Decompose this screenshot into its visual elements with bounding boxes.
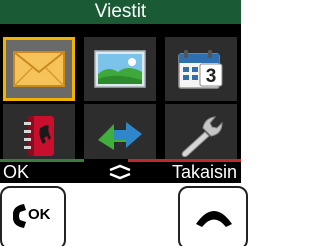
menu-item-calendar[interactable]: 3	[165, 37, 237, 101]
menu-item-gallery[interactable]	[84, 37, 156, 101]
ok-key-label: OK	[28, 206, 51, 223]
svg-text:3: 3	[206, 66, 217, 87]
wrench-icon	[181, 116, 223, 158]
menu-item-messages[interactable]	[3, 37, 75, 101]
softkey-bar: OK Takaisin	[0, 159, 241, 183]
envelope-icon	[13, 51, 65, 87]
phone-device: Viestit 3 OK Takaisin OK	[0, 0, 248, 246]
softkey-ok-label[interactable]: OK	[3, 162, 29, 183]
screen-title: Viestit	[0, 0, 241, 26]
calendar-icon: 3	[178, 50, 223, 89]
phonebook-icon	[24, 116, 54, 156]
transfer-arrows-icon	[98, 122, 142, 150]
handset-icon	[12, 204, 26, 228]
ok-call-key[interactable]: OK	[0, 186, 66, 246]
phone-screen: Viestit 3 OK Takaisin	[0, 0, 241, 183]
hang-up-icon	[196, 211, 232, 227]
end-call-key[interactable]	[178, 186, 248, 246]
navigation-arrows-icon	[109, 164, 131, 180]
picture-icon	[94, 50, 146, 88]
softkey-back-label[interactable]: Takaisin	[172, 162, 237, 183]
